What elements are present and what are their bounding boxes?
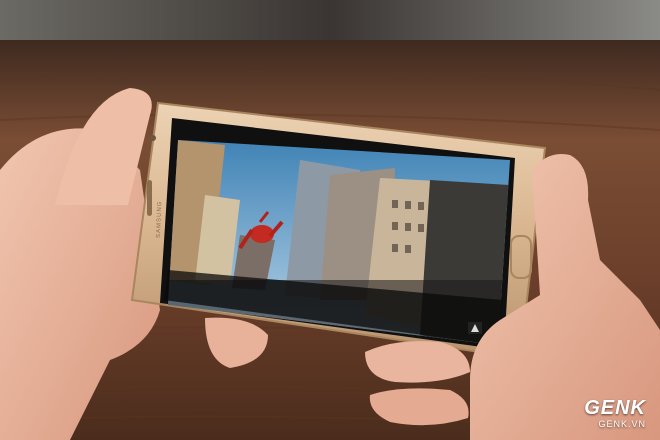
earpiece	[147, 180, 152, 216]
watermark-domain: GENK.VN	[598, 419, 646, 429]
watermark: GENK GENK.VN	[584, 398, 646, 430]
watermark-brand: GENK	[584, 397, 646, 419]
photo-scene: SAMSUNG	[0, 0, 660, 440]
front-camera-icon	[150, 135, 156, 141]
logo-icon	[468, 322, 482, 334]
